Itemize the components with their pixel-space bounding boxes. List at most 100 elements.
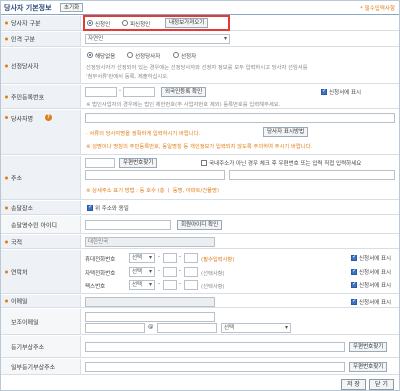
row-recipient: 송달영수인 아이디 회원아이디 확인 xyxy=(1,216,399,234)
reg-address-input[interactable] xyxy=(85,342,345,352)
sub-email-label: 보조이메일 xyxy=(11,319,39,326)
rrn-label: 주민등록번호 xyxy=(11,94,45,101)
name-note-1: · 서류의 당사자명을 정확하게 입력하시기 바랍니다. xyxy=(86,131,201,137)
designated-label: 선정당사자 xyxy=(11,63,39,70)
reg2-zip-search-button[interactable]: 우편번호찾기 xyxy=(349,362,388,372)
row-delivery: 송달장소 위 주소와 동일 xyxy=(1,201,399,215)
sub-email-domain-input[interactable] xyxy=(157,323,217,333)
required-dot xyxy=(5,270,8,273)
rrn-dash: - xyxy=(119,88,121,94)
save-button[interactable]: 저 장 xyxy=(341,379,366,390)
designated-none-radio[interactable] xyxy=(87,52,93,58)
person-type-select[interactable]: 자연인 xyxy=(85,34,230,44)
highlight-box xyxy=(83,15,230,31)
at-sign: @ xyxy=(148,324,154,330)
party-info-window: 당사자 기본정보 초기화 * 필수입력사항 당사자 구분 신청인 피신청인 내정… xyxy=(0,0,400,391)
home-show-checkbox[interactable] xyxy=(351,267,357,275)
required-dot xyxy=(5,206,8,209)
reset-button[interactable]: 초기화 xyxy=(60,3,84,12)
fax-show-label: 신청서에 표시 xyxy=(359,283,392,289)
mobile-required-note: (필수입력사항) xyxy=(201,257,235,263)
row-sub-email: 보조이메일 @ 선택 xyxy=(1,309,399,335)
contact-label: 연락처 xyxy=(11,269,28,276)
email-domain-select[interactable]: 선택 xyxy=(221,323,291,333)
mobile-label: 휴대전화번호 xyxy=(85,257,116,263)
designated-desc-2: '첨부서류'란에서 등록, 제출하십시오. xyxy=(86,74,169,80)
delivery-label: 송달장소 xyxy=(11,205,34,212)
required-dot xyxy=(5,95,8,98)
home-prefix-select[interactable]: 선택 xyxy=(129,267,155,277)
row-email: 이메일 신청서에 표시 xyxy=(1,295,399,308)
required-note: * 필수입력사항 xyxy=(360,6,395,12)
mobile-show-checkbox[interactable] xyxy=(351,253,357,261)
help-icon[interactable]: ? xyxy=(45,114,52,121)
reg-address-2-label: 일부등기부상주소 xyxy=(11,364,56,371)
reg-address-label: 등기부상주소 xyxy=(11,344,45,351)
name-display-method-button[interactable]: 당사자 표시방법 xyxy=(263,127,309,137)
mobile-dash-1: - xyxy=(158,254,160,260)
foreigner-verify-button[interactable]: 외국인등록 확인 xyxy=(161,87,207,97)
zip-search-button[interactable]: 우편번호찾기 xyxy=(119,158,158,168)
sub-email-id-input[interactable] xyxy=(85,323,145,333)
designated-desc-1: 선정당사자가 선정되어 있는 경우에는 선정당사자와 선정자 정보를 모두 입력… xyxy=(86,65,308,71)
recipient-label: 송달영수인 아이디 xyxy=(11,222,58,229)
mobile-dash-2: - xyxy=(179,254,181,260)
row-name: 당사자명? · 서류의 당사자명을 정확하게 입력하시기 바랍니다. 당사자 표… xyxy=(1,110,399,155)
designee-radio[interactable] xyxy=(173,52,179,58)
fax-dash-2: - xyxy=(179,281,181,287)
home-dash-2: - xyxy=(179,268,181,274)
required-dot xyxy=(5,176,8,179)
fax-last-input[interactable] xyxy=(184,280,198,290)
foreign-address-checkbox[interactable] xyxy=(201,160,207,166)
rrn-show-checkbox[interactable] xyxy=(321,87,327,95)
row-contact: 연락처 휴대전화번호 선택 - - (필수입력사항) 신청서에 표시 자택전화번… xyxy=(1,250,399,294)
required-dot xyxy=(5,240,8,243)
party-name-input[interactable] xyxy=(85,113,395,123)
home-last-input[interactable] xyxy=(184,267,198,277)
reg-address-2-input[interactable] xyxy=(85,362,345,372)
email-show-label: 신청서에 표시 xyxy=(359,300,392,306)
home-phone-label: 자택전화번호 xyxy=(85,271,116,277)
nationality-input[interactable]: 대한민국 xyxy=(85,237,215,247)
fax-mid-input[interactable] xyxy=(163,280,177,290)
address-detail-input[interactable] xyxy=(229,170,395,180)
row-address: 주소 우편번호찾기 국내주소가 아닌 경우 체크 후 우편번호 또는 입력 직접… xyxy=(1,156,399,200)
recipient-id-input[interactable] xyxy=(85,220,171,230)
mobile-prefix-select[interactable]: 선택 xyxy=(129,253,155,263)
designated-party-radio[interactable] xyxy=(127,52,133,58)
mobile-last-input[interactable] xyxy=(184,253,198,263)
rrn-note: ※ 법인사업자의 경우에는 법인 제한번호(주 사업자번호 제외) 등록번호를 … xyxy=(86,102,281,108)
zipcode-input[interactable] xyxy=(85,158,115,168)
email-input[interactable] xyxy=(85,297,215,307)
row-reg-address-2: 일부등기부상주소 우편번호찾기 xyxy=(1,359,399,375)
fax-dash-1: - xyxy=(158,281,160,287)
rrn-back-input[interactable] xyxy=(123,87,155,97)
required-dot xyxy=(5,64,8,67)
designated-none-label: 해당없음 xyxy=(95,54,116,60)
home-dash-1: - xyxy=(158,268,160,274)
nationality-label: 국적 xyxy=(11,239,23,246)
header-bar: 당사자 기본정보 초기화 * 필수입력사항 xyxy=(1,1,399,15)
mobile-mid-input[interactable] xyxy=(163,253,177,263)
row-person-type: 인격 구분 자연인 xyxy=(1,32,399,47)
address-input[interactable] xyxy=(85,170,225,180)
fax-show-checkbox[interactable] xyxy=(351,280,357,288)
party-type-label: 당사자 구분 xyxy=(11,20,41,28)
name-note-2: ※ 성명이나 명칭의 주민등록번호, 동일명칭 등 개인정보가 입력되지 않도록… xyxy=(86,144,313,150)
mobile-show-label: 신청서에 표시 xyxy=(359,256,392,262)
fax-prefix-select[interactable]: 선택 xyxy=(129,280,155,290)
address-note: ※ 상세주소 표기 방법 : 동 호수 (층 ㅣ 동명, 아파트/건물명) xyxy=(86,188,219,194)
home-mid-input[interactable] xyxy=(163,267,177,277)
same-address-label: 위 주소와 동일 xyxy=(95,206,129,212)
sub-email-input[interactable] xyxy=(85,312,215,322)
row-rrn: 주민등록번호 - 외국인등록 확인 신청서에 표시 ※ 법인사업자의 경우에는 … xyxy=(1,85,399,109)
rrn-front-input[interactable] xyxy=(85,87,117,97)
member-id-confirm-button[interactable]: 회원아이디 확인 xyxy=(177,220,223,230)
email-show-checkbox[interactable] xyxy=(351,297,357,305)
fax-label: 팩스번호 xyxy=(85,284,106,290)
same-address-checkbox[interactable] xyxy=(87,203,93,211)
reg-zip-search-button[interactable]: 우편번호찾기 xyxy=(349,342,388,352)
foreign-address-label: 국내주소가 아닌 경우 체크 후 우편번호 또는 입력 직접 입력하세요 xyxy=(209,161,362,167)
fax-optional-note: (선택사항) xyxy=(201,284,225,290)
close-button[interactable]: 닫 기 xyxy=(369,379,394,390)
